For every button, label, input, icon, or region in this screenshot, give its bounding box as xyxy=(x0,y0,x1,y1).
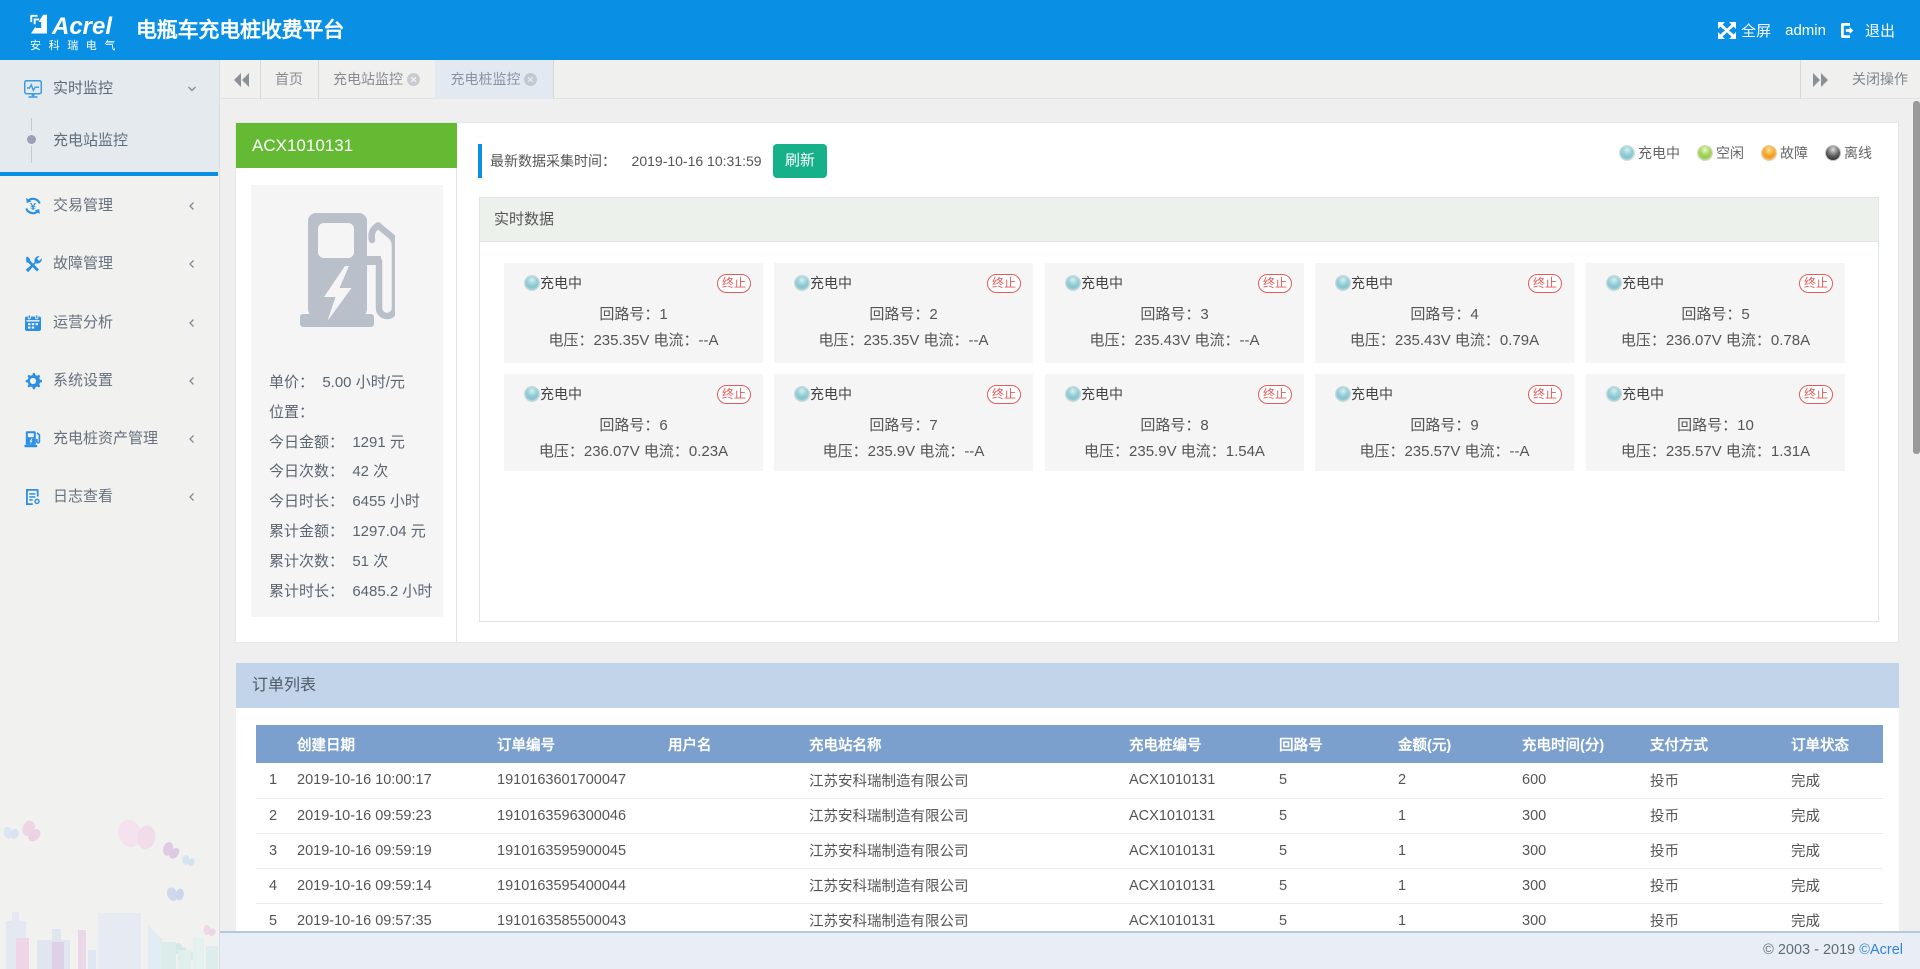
svg-text:¥: ¥ xyxy=(30,200,36,212)
